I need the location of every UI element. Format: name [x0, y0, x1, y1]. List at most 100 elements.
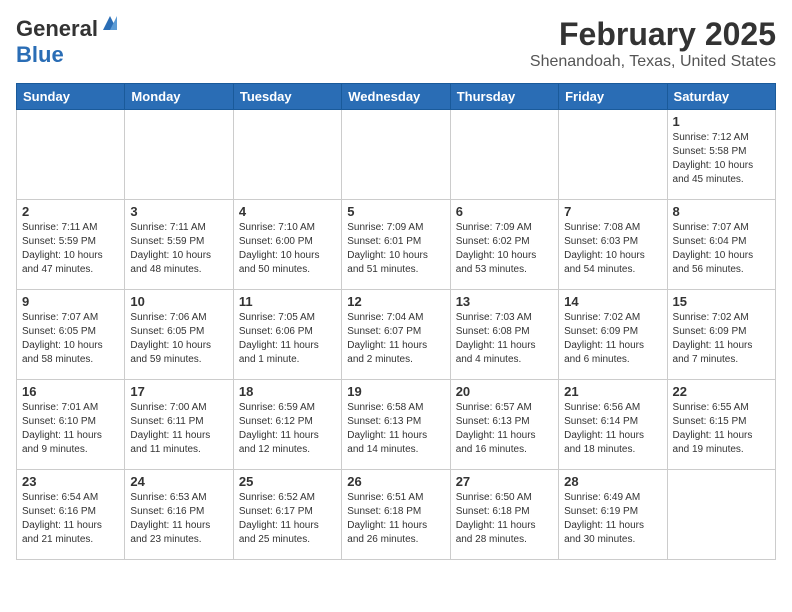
day-info: Sunrise: 6:52 AM Sunset: 6:17 PM Dayligh…: [239, 491, 336, 547]
calendar-week-row: 1Sunrise: 7:12 AM Sunset: 5:58 PM Daylig…: [17, 110, 776, 200]
day-number: 26: [347, 474, 444, 489]
calendar-cell: 21Sunrise: 6:56 AM Sunset: 6:14 PM Dayli…: [559, 380, 667, 470]
day-info: Sunrise: 6:58 AM Sunset: 6:13 PM Dayligh…: [347, 401, 444, 457]
day-info: Sunrise: 7:06 AM Sunset: 6:05 PM Dayligh…: [130, 311, 227, 367]
calendar-cell: 25 Sunrise: 6:52 AM Sunset: 6:17 PM Dayli…: [233, 470, 341, 560]
calendar-table: SundayMondayTuesdayWednesdayThursdayFrid…: [16, 83, 776, 560]
calendar-week-row: 16Sunrise: 7:01 AM Sunset: 6:10 PM Dayli…: [17, 380, 776, 470]
day-info: Sunrise: 7:09 AM Sunset: 6:01 PM Dayligh…: [347, 221, 444, 277]
day-info: Sunrise: 7:02 AM Sunset: 6:09 PM Dayligh…: [673, 311, 770, 367]
day-info: Sunrise: 6:49 AM Sunset: 6:19 PM Dayligh…: [564, 491, 661, 547]
page-header: General Blue February 2025 Shenandoah, T…: [16, 16, 776, 71]
day-info: Sunrise: 7:07 AM Sunset: 6:05 PM Dayligh…: [22, 311, 119, 367]
day-number: 22: [673, 384, 770, 399]
day-info: Sunrise: 7:12 AM Sunset: 5:58 PM Dayligh…: [673, 131, 770, 187]
logo-blue-text: Blue: [16, 42, 64, 68]
day-of-week-header: Sunday: [17, 84, 125, 110]
day-of-week-header: Thursday: [450, 84, 558, 110]
day-number: 8: [673, 204, 770, 219]
calendar-cell: 6 Sunrise: 7:09 AM Sunset: 6:02 PM Daylig…: [450, 200, 558, 290]
calendar-week-row: 9 Sunrise: 7:07 AM Sunset: 6:05 PM Daylig…: [17, 290, 776, 380]
calendar-cell: 4Sunrise: 7:10 AM Sunset: 6:00 PM Daylig…: [233, 200, 341, 290]
day-info: Sunrise: 6:59 AM Sunset: 6:12 PM Dayligh…: [239, 401, 336, 457]
day-of-week-header: Saturday: [667, 84, 775, 110]
calendar-cell: 10 Sunrise: 7:06 AM Sunset: 6:05 PM Dayli…: [125, 290, 233, 380]
calendar-cell: 3 Sunrise: 7:11 AM Sunset: 5:59 PM Daylig…: [125, 200, 233, 290]
calendar-cell: 22 Sunrise: 6:55 AM Sunset: 6:15 PM Dayli…: [667, 380, 775, 470]
calendar-cell: 13 Sunrise: 7:03 AM Sunset: 6:08 PM Dayli…: [450, 290, 558, 380]
day-number: 13: [456, 294, 553, 309]
day-number: 11: [239, 294, 336, 309]
calendar-cell: 1Sunrise: 7:12 AM Sunset: 5:58 PM Daylig…: [667, 110, 775, 200]
day-info: Sunrise: 7:11 AM Sunset: 5:59 PM Dayligh…: [130, 221, 227, 277]
day-number: 19: [347, 384, 444, 399]
day-number: 15: [673, 294, 770, 309]
day-of-week-header: Wednesday: [342, 84, 450, 110]
day-info: Sunrise: 7:08 AM Sunset: 6:03 PM Dayligh…: [564, 221, 661, 277]
day-info: Sunrise: 6:53 AM Sunset: 6:16 PM Dayligh…: [130, 491, 227, 547]
calendar-cell: [667, 470, 775, 560]
day-number: 9: [22, 294, 119, 309]
calendar-cell: 19 Sunrise: 6:58 AM Sunset: 6:13 PM Dayli…: [342, 380, 450, 470]
main-title: February 2025: [530, 16, 776, 53]
day-number: 25: [239, 474, 336, 489]
logo-icon: [101, 14, 119, 32]
day-number: 18: [239, 384, 336, 399]
day-number: 3: [130, 204, 227, 219]
day-of-week-header: Monday: [125, 84, 233, 110]
day-number: 6: [456, 204, 553, 219]
day-number: 14: [564, 294, 661, 309]
calendar-cell: 15 Sunrise: 7:02 AM Sunset: 6:09 PM Dayli…: [667, 290, 775, 380]
calendar-cell: 26 Sunrise: 6:51 AM Sunset: 6:18 PM Dayli…: [342, 470, 450, 560]
day-number: 12: [347, 294, 444, 309]
calendar-cell: 11Sunrise: 7:05 AM Sunset: 6:06 PM Dayli…: [233, 290, 341, 380]
calendar-cell: [342, 110, 450, 200]
calendar-cell: [17, 110, 125, 200]
day-info: Sunrise: 7:03 AM Sunset: 6:08 PM Dayligh…: [456, 311, 553, 367]
calendar-cell: 20Sunrise: 6:57 AM Sunset: 6:13 PM Dayli…: [450, 380, 558, 470]
day-number: 2: [22, 204, 119, 219]
calendar-week-row: 2 Sunrise: 7:11 AM Sunset: 5:59 PM Daylig…: [17, 200, 776, 290]
day-info: Sunrise: 6:50 AM Sunset: 6:18 PM Dayligh…: [456, 491, 553, 547]
day-info: Sunrise: 7:02 AM Sunset: 6:09 PM Dayligh…: [564, 311, 661, 367]
calendar-cell: 14 Sunrise: 7:02 AM Sunset: 6:09 PM Dayli…: [559, 290, 667, 380]
calendar-cell: 9 Sunrise: 7:07 AM Sunset: 6:05 PM Daylig…: [17, 290, 125, 380]
day-info: Sunrise: 6:51 AM Sunset: 6:18 PM Dayligh…: [347, 491, 444, 547]
day-info: Sunrise: 7:04 AM Sunset: 6:07 PM Dayligh…: [347, 311, 444, 367]
calendar-cell: 28 Sunrise: 6:49 AM Sunset: 6:19 PM Dayli…: [559, 470, 667, 560]
day-info: Sunrise: 7:01 AM Sunset: 6:10 PM Dayligh…: [22, 401, 119, 457]
logo-general-text: General: [16, 16, 98, 42]
day-of-week-header: Tuesday: [233, 84, 341, 110]
calendar-week-row: 23 Sunrise: 6:54 AM Sunset: 6:16 PM Dayli…: [17, 470, 776, 560]
day-of-week-header: Friday: [559, 84, 667, 110]
day-number: 24: [130, 474, 227, 489]
logo: General Blue: [16, 16, 119, 68]
day-info: Sunrise: 6:55 AM Sunset: 6:15 PM Dayligh…: [673, 401, 770, 457]
day-number: 20: [456, 384, 553, 399]
calendar-header-row: SundayMondayTuesdayWednesdayThursdayFrid…: [17, 84, 776, 110]
calendar-cell: 12 Sunrise: 7:04 AM Sunset: 6:07 PM Dayli…: [342, 290, 450, 380]
day-info: Sunrise: 7:11 AM Sunset: 5:59 PM Dayligh…: [22, 221, 119, 277]
calendar-cell: [233, 110, 341, 200]
calendar-cell: 18 Sunrise: 6:59 AM Sunset: 6:12 PM Dayli…: [233, 380, 341, 470]
subtitle: Shenandoah, Texas, United States: [530, 53, 776, 71]
calendar-cell: 23 Sunrise: 6:54 AM Sunset: 6:16 PM Dayli…: [17, 470, 125, 560]
day-number: 27: [456, 474, 553, 489]
day-number: 10: [130, 294, 227, 309]
calendar-cell: [559, 110, 667, 200]
calendar-cell: [450, 110, 558, 200]
day-info: Sunrise: 7:07 AM Sunset: 6:04 PM Dayligh…: [673, 221, 770, 277]
day-info: Sunrise: 7:09 AM Sunset: 6:02 PM Dayligh…: [456, 221, 553, 277]
day-info: Sunrise: 7:00 AM Sunset: 6:11 PM Dayligh…: [130, 401, 227, 457]
calendar-cell: 16Sunrise: 7:01 AM Sunset: 6:10 PM Dayli…: [17, 380, 125, 470]
calendar-cell: 2 Sunrise: 7:11 AM Sunset: 5:59 PM Daylig…: [17, 200, 125, 290]
day-number: 4: [239, 204, 336, 219]
day-number: 5: [347, 204, 444, 219]
day-number: 23: [22, 474, 119, 489]
day-info: Sunrise: 6:54 AM Sunset: 6:16 PM Dayligh…: [22, 491, 119, 547]
calendar-cell: 24 Sunrise: 6:53 AM Sunset: 6:16 PM Dayli…: [125, 470, 233, 560]
calendar-cell: 5 Sunrise: 7:09 AM Sunset: 6:01 PM Daylig…: [342, 200, 450, 290]
day-number: 17: [130, 384, 227, 399]
calendar-cell: 7Sunrise: 7:08 AM Sunset: 6:03 PM Daylig…: [559, 200, 667, 290]
day-number: 28: [564, 474, 661, 489]
